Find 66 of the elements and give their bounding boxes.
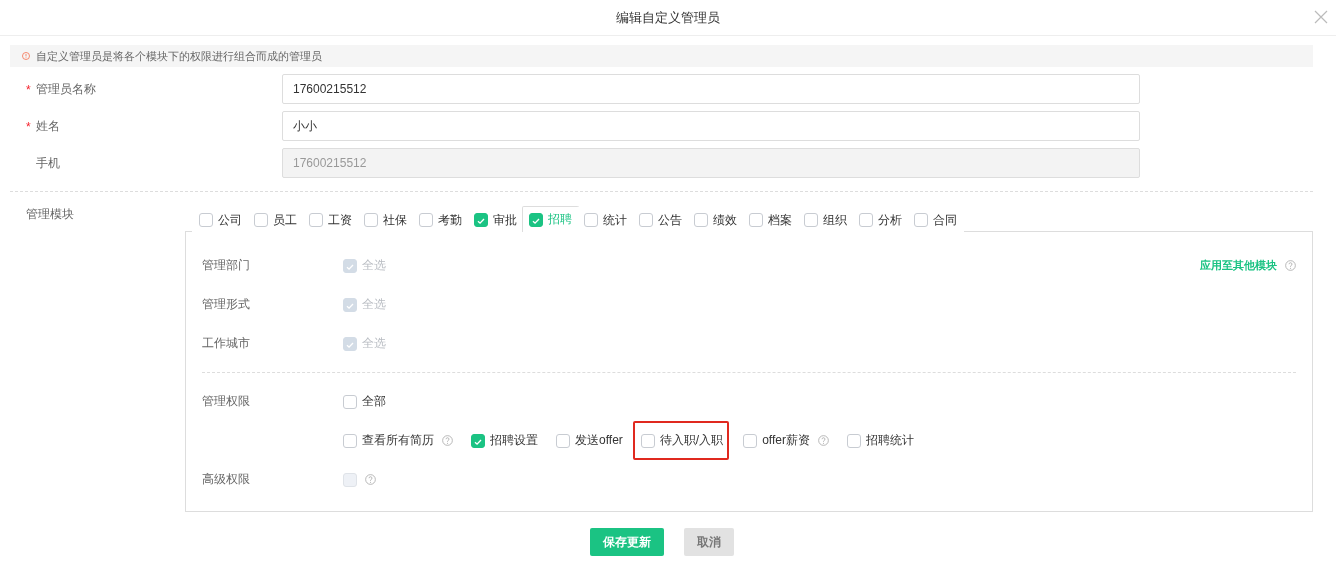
checkbox[interactable]	[343, 394, 357, 409]
notice-text: 自定义管理员是将各个模块下的权限进行组合而成的管理员	[36, 48, 322, 64]
checkbox[interactable]	[846, 433, 861, 448]
checkbox[interactable]	[694, 213, 708, 227]
checkbox-label: 公告	[658, 211, 682, 229]
row-label: 管理权限	[202, 393, 251, 410]
row-label: 管理形式	[202, 296, 251, 313]
module-tab[interactable]: 统计	[577, 207, 634, 232]
checkbox[interactable]	[749, 213, 763, 227]
checkbox-label: 招聘	[548, 211, 572, 228]
checkbox-label: 统计	[603, 211, 627, 229]
checkbox-label: 招聘统计	[865, 432, 914, 449]
checkbox[interactable]	[639, 213, 653, 227]
checkbox-label: 公司	[218, 211, 242, 229]
close-icon[interactable]	[1314, 10, 1328, 24]
checkbox[interactable]	[529, 212, 543, 227]
checkbox[interactable]	[471, 433, 485, 448]
checkbox-label: 绩效	[713, 211, 737, 229]
checkbox-label: 查看所有简历	[362, 432, 434, 449]
checkbox[interactable]	[584, 213, 598, 227]
field-label: 姓名	[36, 118, 60, 135]
checkbox[interactable]	[309, 213, 323, 227]
warning-icon	[22, 52, 30, 60]
row-label: 管理部门	[202, 257, 251, 274]
checkbox[interactable]	[640, 433, 655, 448]
input-field[interactable]: 小小	[282, 111, 1140, 141]
checkbox-label: 员工	[273, 211, 297, 229]
checkbox[interactable]	[804, 213, 818, 227]
help-icon[interactable]	[817, 435, 829, 446]
checkbox[interactable]	[743, 433, 758, 448]
field-label: 手机	[36, 155, 60, 172]
checkbox[interactable]	[914, 213, 928, 227]
checkbox-label: 招聘设置	[490, 432, 538, 449]
checkbox-label: 档案	[768, 211, 792, 229]
checkbox-label: 全部	[362, 393, 386, 410]
required-mark: *	[26, 82, 31, 97]
help-icon[interactable]	[442, 435, 453, 446]
input-field[interactable]: 17600215512	[282, 74, 1140, 104]
checkbox-label: 工资	[328, 211, 352, 229]
row-label: 高级权限	[202, 471, 251, 488]
checkbox-label: 全选	[362, 296, 386, 313]
checkbox-label: 合同	[933, 211, 957, 229]
checkbox[interactable]	[474, 213, 488, 227]
checkbox[interactable]	[364, 213, 378, 227]
checkbox-label: 全选	[362, 257, 386, 274]
required-mark: *	[26, 119, 31, 134]
dialog-title: 编辑自定义管理员	[616, 8, 720, 27]
checkbox-label: 审批	[493, 211, 517, 229]
checkbox[interactable]	[419, 213, 433, 227]
checkbox[interactable]	[859, 213, 873, 227]
checkbox-label: 社保	[383, 211, 407, 229]
checkbox-label: 组织	[823, 211, 847, 229]
row-label: 工作城市	[202, 335, 251, 352]
checkbox[interactable]	[199, 213, 213, 227]
checkbox-label: 发送offer	[575, 432, 623, 449]
field-label: 管理员名称	[36, 81, 96, 98]
checkbox-label: 全选	[362, 335, 386, 352]
checkbox-label: offer薪资	[762, 432, 810, 449]
checkbox-label: 分析	[878, 211, 902, 229]
checkbox-label: 待入职/入职	[659, 432, 724, 449]
checkbox[interactable]	[254, 213, 268, 227]
checkbox-label: 考勤	[438, 211, 462, 229]
field-label: 管理模块	[25, 206, 75, 223]
help-icon[interactable]	[1285, 260, 1296, 271]
checkbox[interactable]	[556, 433, 570, 448]
checkbox[interactable]	[343, 433, 357, 448]
